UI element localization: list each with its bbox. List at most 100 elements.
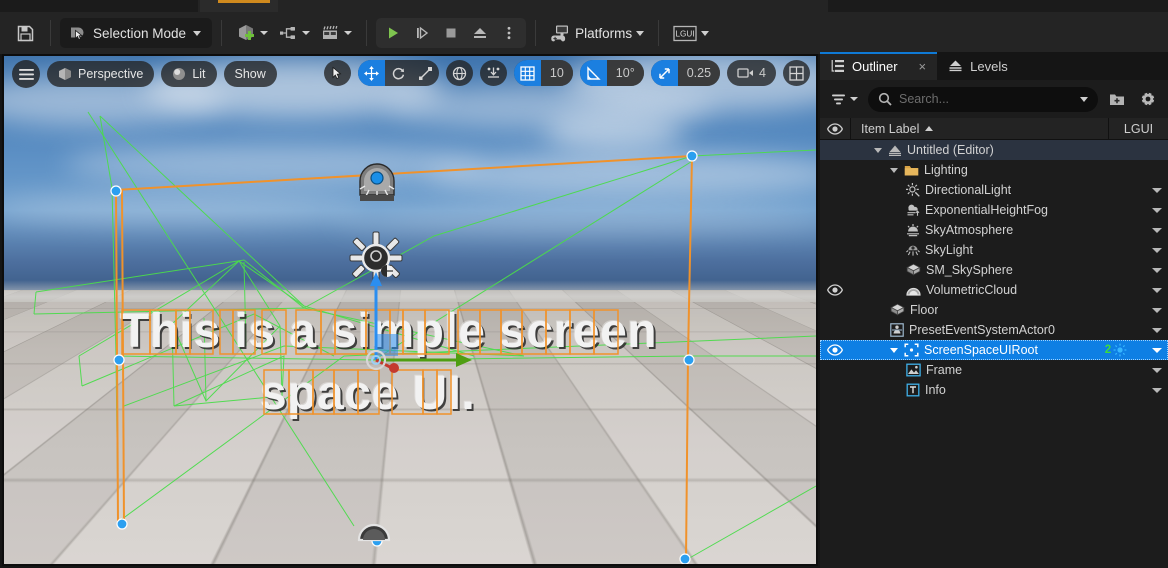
column-lgui-header[interactable]: LGUI: [1108, 118, 1168, 139]
add-actor-button[interactable]: [231, 18, 273, 48]
selection-mode-button[interactable]: Selection Mode: [60, 18, 213, 48]
sky-light-billboard-icon[interactable]: [350, 160, 404, 208]
row-label-cell: SkyLight: [850, 243, 1086, 257]
kebab-menu-icon: [501, 25, 517, 41]
outliner-row-volumetriccloud[interactable]: VolumetricCloud: [820, 280, 1168, 300]
chevron-down-icon[interactable]: [1080, 96, 1088, 102]
chevron-down-icon[interactable]: [302, 31, 311, 35]
grid-snap-toggle[interactable]: [513, 60, 541, 86]
chevron-down-icon[interactable]: [344, 31, 353, 35]
outliner-row-preseteventsystemactor0[interactable]: PresetEventSystemActor0: [820, 320, 1168, 340]
add-folder-button[interactable]: [1105, 87, 1129, 111]
viewport-toolbar-right: 10 10° 0.25 4: [323, 60, 810, 86]
outliner-row-skylight[interactable]: SkyLight: [820, 240, 1168, 260]
search-box[interactable]: [868, 86, 1098, 112]
volumetric-cloud-billboard-icon[interactable]: [356, 514, 392, 544]
angle-snap-value[interactable]: 10°: [606, 60, 644, 86]
expand-triangle-icon[interactable]: [874, 147, 882, 153]
viewport-lit-button[interactable]: Lit: [161, 61, 217, 87]
tab-levels[interactable]: Levels: [937, 52, 1019, 80]
outliner-row-untitled-editor[interactable]: Untitled (Editor): [820, 140, 1168, 160]
lgui-button[interactable]: LGUI: [668, 18, 714, 48]
camera-speed-value: 4: [759, 66, 766, 80]
outliner-row-screenspaceuiroot[interactable]: ScreenSpaceUIRoot 2: [820, 340, 1168, 360]
chevron-down-icon[interactable]: [636, 30, 645, 36]
row-label-cell: SM_SkySphere: [850, 263, 1086, 277]
row-label-text: VolumetricCloud: [926, 283, 1018, 297]
outliner-row-lighting[interactable]: Lighting: [820, 160, 1168, 180]
tab-outliner[interactable]: Outliner ×: [820, 52, 938, 80]
lgui-sun-icon: [1113, 343, 1127, 357]
row-dropdown-chevron-icon[interactable]: [1146, 227, 1168, 233]
column-item-label-header[interactable]: Item Label: [850, 118, 1108, 139]
scale-snap-value[interactable]: 0.25: [677, 60, 721, 86]
outliner-row-sm-skysphere[interactable]: SM_SkySphere: [820, 260, 1168, 280]
ui-root-icon: [904, 343, 919, 357]
row-visibility-toggle[interactable]: [820, 344, 850, 356]
filter-button[interactable]: [828, 90, 861, 109]
outliner-row-floor[interactable]: Floor: [820, 300, 1168, 320]
skip-play-button[interactable]: [408, 20, 436, 46]
text-icon: [906, 383, 920, 397]
eject-button[interactable]: [466, 20, 494, 46]
viewport-layout-button[interactable]: [783, 60, 810, 86]
outliner-row-skyatmosphere[interactable]: SkyAtmosphere: [820, 220, 1168, 240]
move-gizmo[interactable]: [344, 268, 484, 378]
row-dropdown-chevron-icon[interactable]: [1146, 207, 1168, 213]
selection-cursor-icon: [69, 25, 86, 42]
row-dropdown-chevron-icon[interactable]: [1146, 187, 1168, 193]
expand-triangle-icon[interactable]: [890, 347, 898, 353]
camera-speed-group[interactable]: 4: [727, 60, 776, 86]
tab-strip-left[interactable]: [0, 0, 198, 12]
row-dropdown-chevron-icon[interactable]: [1146, 367, 1168, 373]
blueprints-button[interactable]: [273, 18, 315, 48]
cube-icon: [58, 67, 72, 81]
row-dropdown-chevron-icon[interactable]: [1146, 347, 1168, 353]
chevron-down-icon[interactable]: [260, 31, 269, 35]
rotate-tool-button[interactable]: [385, 60, 412, 86]
outliner-tree[interactable]: Untitled (Editor) Lighting DirectionalLigh…: [820, 140, 1168, 536]
row-dropdown-chevron-icon[interactable]: [1146, 307, 1168, 313]
coordinate-system-button[interactable]: [445, 60, 473, 86]
expand-triangle-icon[interactable]: [890, 167, 898, 173]
row-label-cell: Floor: [850, 303, 1086, 317]
stop-button[interactable]: [437, 20, 465, 46]
move-tool-button[interactable]: [357, 60, 385, 86]
chevron-down-icon[interactable]: [701, 30, 710, 36]
row-dropdown-chevron-icon[interactable]: [1146, 287, 1168, 293]
viewport-select-tool[interactable]: [323, 60, 351, 86]
row-dropdown-chevron-icon[interactable]: [1146, 247, 1168, 253]
row-label-text: DirectionalLight: [925, 183, 1012, 197]
play-options-button[interactable]: [495, 20, 523, 46]
angle-snap-toggle[interactable]: [579, 60, 607, 86]
scale-tool-button[interactable]: [412, 60, 439, 86]
platforms-button[interactable]: Platforms: [545, 18, 649, 48]
row-dropdown-chevron-icon[interactable]: [1146, 327, 1168, 333]
outliner-row-exponentialheightfog[interactable]: ExponentialHeightFog: [820, 200, 1168, 220]
play-button[interactable]: [379, 20, 407, 46]
tab-strip-right[interactable]: [828, 0, 1168, 12]
save-button[interactable]: [9, 18, 41, 48]
row-dropdown-chevron-icon[interactable]: [1146, 267, 1168, 273]
outliner-row-frame[interactable]: Frame: [820, 360, 1168, 380]
outliner-row-directionallight[interactable]: DirectionalLight: [820, 180, 1168, 200]
grid-snap-value[interactable]: 10: [540, 60, 573, 86]
search-input[interactable]: [899, 92, 1073, 106]
scale-snap-toggle[interactable]: [650, 60, 678, 86]
row-dropdown-chevron-icon[interactable]: [1146, 387, 1168, 393]
level-viewport[interactable]: This is a simple screen space UI. Perspe…: [4, 56, 816, 564]
chevron-down-icon[interactable]: [193, 30, 202, 36]
viewport-menu-button[interactable]: [12, 60, 40, 88]
row-label-cell: ScreenSpaceUIRoot: [850, 343, 1086, 357]
cinematics-button[interactable]: [315, 18, 357, 48]
viewport-show-button[interactable]: Show: [223, 61, 277, 87]
outliner-row-info[interactable]: Info: [820, 380, 1168, 400]
column-visibility-header[interactable]: [820, 122, 850, 135]
row-visibility-toggle[interactable]: [820, 284, 850, 296]
viewport-perspective-button[interactable]: Perspective: [47, 61, 155, 87]
row-lgui-cell[interactable]: 2: [1086, 343, 1146, 357]
settings-button[interactable]: [1136, 87, 1160, 111]
close-icon[interactable]: ×: [919, 59, 927, 74]
surface-snap-button[interactable]: [479, 60, 507, 86]
chevron-down-icon[interactable]: [850, 97, 858, 101]
